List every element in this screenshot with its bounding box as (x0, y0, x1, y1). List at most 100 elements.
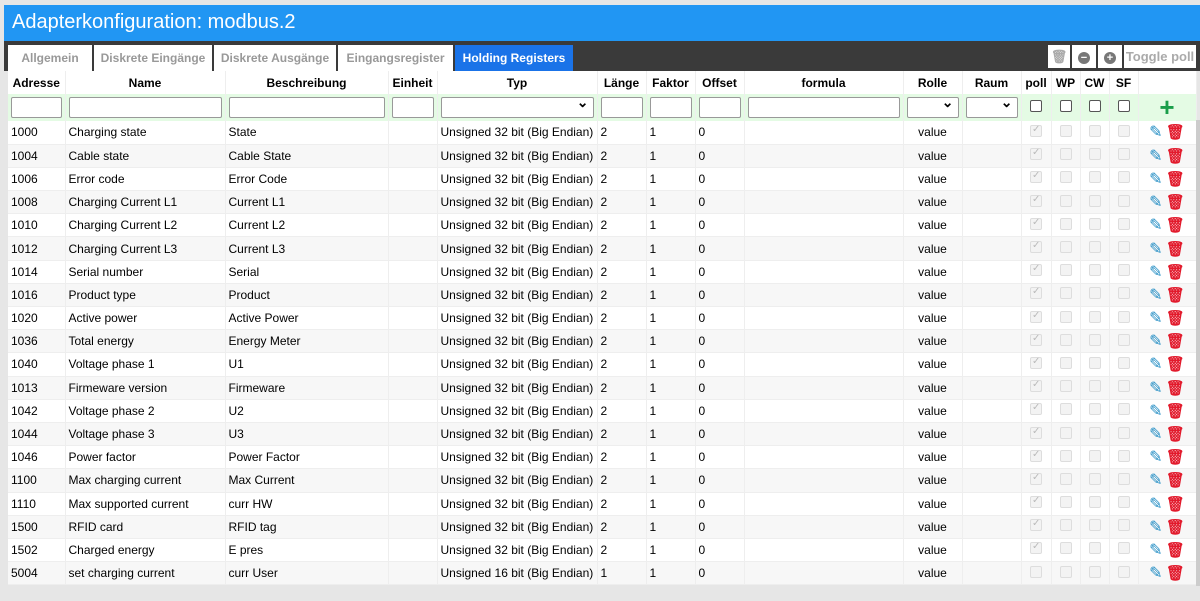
delete-icon[interactable]: 🗑 (1166, 426, 1185, 443)
cell-role[interactable]: value (903, 492, 963, 516)
cell-name[interactable]: Cable state (65, 144, 226, 168)
cell-length[interactable]: 1 (597, 561, 647, 586)
cell-role[interactable]: value (903, 260, 963, 284)
cell-length[interactable]: 2 (597, 236, 647, 261)
cell-address[interactable]: 1046 (8, 445, 66, 470)
cell-length[interactable]: 2 (597, 213, 647, 238)
cell-factor[interactable]: 1 (646, 306, 696, 331)
cell-description[interactable]: Current L3 (225, 236, 389, 261)
cell-room[interactable] (962, 283, 1022, 308)
cell-name[interactable]: Firmeware version (65, 376, 226, 400)
cw-checkbox[interactable] (1088, 542, 1101, 555)
poll-checkbox[interactable] (1030, 518, 1042, 532)
cell-description[interactable]: U3 (225, 422, 389, 447)
cell-formula[interactable] (744, 167, 904, 192)
cell-name[interactable]: Active power (65, 306, 226, 331)
cell-formula[interactable] (744, 376, 904, 400)
cell-unit[interactable] (388, 283, 438, 308)
cell-description[interactable]: Firmeware (225, 376, 389, 400)
edit-icon[interactable]: ✎ (1149, 148, 1162, 165)
cell-room[interactable] (962, 422, 1022, 447)
cell-name[interactable]: Charged energy (65, 538, 226, 563)
cell-type[interactable]: Unsigned 32 bit (Big Endian) (437, 468, 598, 493)
poll-checkbox[interactable] (1030, 124, 1042, 137)
cell-role[interactable]: value (903, 445, 963, 470)
poll-checkbox[interactable] (1030, 402, 1042, 416)
cell-address[interactable]: 1044 (8, 422, 66, 447)
cell-formula[interactable] (744, 352, 904, 377)
toggle-poll-button[interactable]: Toggle poll (1124, 45, 1196, 68)
cw-checkbox[interactable] (1088, 310, 1101, 323)
cell-unit[interactable] (388, 352, 438, 377)
cell-unit[interactable] (388, 190, 438, 215)
poll-checkbox[interactable] (1030, 356, 1042, 369)
cell-description[interactable]: E pres (225, 538, 389, 563)
cell-unit[interactable] (388, 121, 438, 145)
cell-name[interactable]: Max charging current (65, 468, 226, 493)
cell-type[interactable]: Unsigned 32 bit (Big Endian) (437, 352, 598, 377)
sf-checkbox[interactable] (1117, 380, 1130, 393)
wp-checkbox[interactable] (1059, 241, 1072, 254)
delete-icon[interactable]: 🗑 (1166, 496, 1185, 513)
cell-description[interactable]: Current L2 (225, 213, 389, 238)
poll-checkbox[interactable] (1030, 541, 1042, 555)
cell-offset[interactable]: 0 (695, 190, 745, 215)
delete-icon[interactable]: 🗑 (1166, 542, 1185, 559)
filter-checkbox-11[interactable] (1030, 100, 1042, 112)
cell-offset[interactable]: 0 (695, 306, 745, 331)
cell-description[interactable]: Serial (225, 260, 389, 284)
cell-unit[interactable] (388, 538, 438, 563)
sf-checkbox[interactable] (1117, 217, 1130, 230)
cw-checkbox[interactable] (1088, 171, 1101, 184)
cell-room[interactable] (962, 445, 1022, 470)
poll-checkbox[interactable] (1030, 240, 1042, 254)
cell-address[interactable]: 1040 (8, 352, 66, 377)
cw-checkbox[interactable] (1088, 287, 1101, 300)
cell-description[interactable]: Current L1 (225, 190, 389, 215)
cell-length[interactable]: 2 (597, 515, 647, 539)
cell-formula[interactable] (744, 260, 904, 284)
cell-unit[interactable] (388, 329, 438, 354)
wp-checkbox[interactable] (1059, 519, 1072, 532)
cell-role[interactable]: value (903, 283, 963, 308)
cell-unit[interactable] (388, 144, 438, 168)
cell-formula[interactable] (744, 213, 904, 238)
cell-room[interactable] (962, 538, 1022, 563)
delete-icon[interactable]: 🗑 (1166, 449, 1185, 466)
delete-icon[interactable]: 🗑 (1166, 171, 1185, 188)
wp-checkbox[interactable] (1059, 194, 1072, 207)
cell-role[interactable]: value (903, 399, 963, 423)
sf-checkbox[interactable] (1117, 310, 1130, 323)
cell-address[interactable]: 1036 (8, 329, 66, 354)
sf-checkbox[interactable] (1117, 124, 1130, 137)
poll-checkbox[interactable] (1030, 565, 1042, 578)
cell-address[interactable]: 1016 (8, 283, 66, 308)
wp-checkbox[interactable] (1059, 565, 1072, 578)
cell-type[interactable]: Unsigned 32 bit (Big Endian) (437, 190, 598, 215)
wp-checkbox[interactable] (1059, 333, 1072, 346)
edit-icon[interactable]: ✎ (1149, 565, 1162, 582)
cell-offset[interactable]: 0 (695, 538, 745, 563)
delete-icon[interactable]: 🗑 (1166, 194, 1185, 211)
cell-room[interactable] (962, 144, 1022, 168)
cell-unit[interactable] (388, 376, 438, 400)
sf-checkbox[interactable] (1117, 333, 1130, 346)
cell-name[interactable]: Serial number (65, 260, 226, 284)
tab-holding-registers[interactable]: Holding Registers (455, 45, 573, 71)
poll-checkbox[interactable] (1030, 310, 1042, 323)
delete-icon[interactable]: 🗑 (1166, 124, 1185, 141)
cell-length[interactable]: 2 (597, 121, 647, 145)
wp-checkbox[interactable] (1059, 380, 1072, 393)
filter-input-2[interactable] (228, 97, 385, 118)
cell-unit[interactable] (388, 515, 438, 539)
poll-checkbox[interactable] (1030, 426, 1042, 439)
cell-length[interactable]: 2 (597, 352, 647, 377)
wp-checkbox[interactable] (1059, 148, 1072, 161)
wp-checkbox[interactable] (1059, 356, 1072, 369)
cell-type[interactable]: Unsigned 16 bit (Big Endian) (437, 561, 598, 586)
cell-factor[interactable]: 1 (646, 121, 696, 145)
edit-icon[interactable]: ✎ (1149, 217, 1162, 234)
sf-checkbox[interactable] (1117, 264, 1130, 277)
cell-room[interactable] (962, 329, 1022, 354)
edit-icon[interactable]: ✎ (1149, 380, 1162, 397)
